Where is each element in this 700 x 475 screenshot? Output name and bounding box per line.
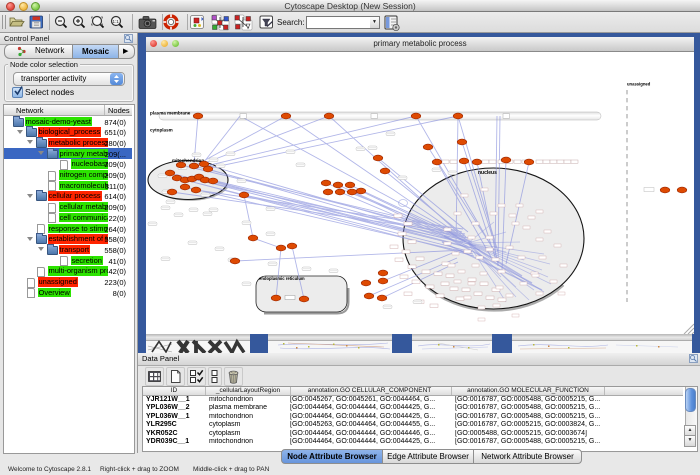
svg-text:plasma membrane: plasma membrane bbox=[150, 111, 191, 116]
svg-text:nucleus: nucleus bbox=[478, 170, 497, 176]
svg-text:unassigned: unassigned bbox=[627, 82, 651, 87]
svg-text:endoplasmic reticulum: endoplasmic reticulum bbox=[259, 276, 305, 281]
svg-text:cytoplasm: cytoplasm bbox=[150, 128, 173, 133]
svg-text:1:1: 1:1 bbox=[113, 19, 120, 24]
